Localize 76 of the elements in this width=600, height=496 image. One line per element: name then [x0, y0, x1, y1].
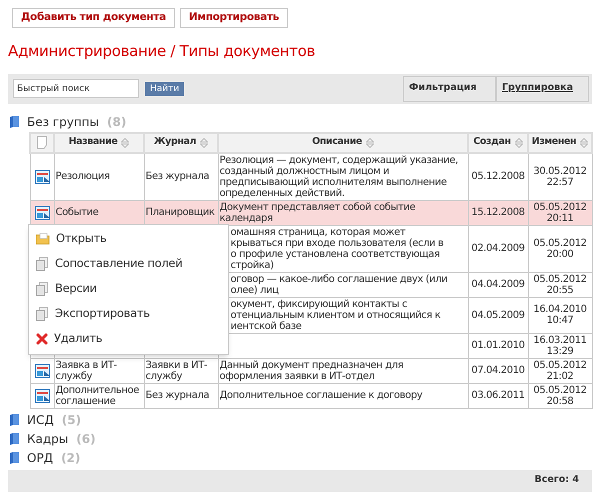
table-cell: 16.04.2010 10:47 — [528, 297, 592, 333]
table-cell: Данный документ предназначен для оформления заявки в ИТ-отдел — [218, 358, 468, 383]
total-count: Всего: 4 — [534, 473, 579, 488]
table-cell: Заявки в ИТ-службу — [144, 358, 218, 383]
group-header[interactable]: ОРД (2) — [10, 450, 600, 466]
group-name: Без группы — [27, 114, 99, 130]
table-cell: 03.06.2011 — [468, 383, 528, 408]
select-all-column-header[interactable] — [30, 132, 54, 152]
grouping-link[interactable]: Группировка — [496, 76, 589, 102]
group-name: Кадры — [27, 430, 68, 448]
document-type-icon — [34, 364, 50, 378]
column-title: Описание — [312, 135, 362, 150]
filter-tab[interactable]: Фильтрация — [403, 76, 496, 102]
document-type-icon — [34, 388, 50, 402]
table-cell: 16.03.2011 13:29 — [528, 333, 592, 358]
sort-icon — [514, 138, 523, 148]
delete-icon — [36, 333, 48, 345]
sort-icon — [200, 138, 208, 148]
table-cell: 05.05.2012 20:55 — [528, 272, 592, 297]
folder-icon — [36, 233, 50, 245]
page-title: Администрирование / Типы документов — [7, 41, 316, 62]
document-type-icon — [34, 206, 50, 220]
column-title: Журнал — [154, 135, 196, 150]
table-cell: Без журнала — [144, 383, 218, 408]
table-cell: 01.01.2010 — [468, 333, 528, 358]
table-cell: 02.04.2009 — [468, 225, 528, 272]
column-header[interactable]: Журнал — [144, 132, 218, 152]
book-icon — [10, 414, 19, 426]
copy-icon — [36, 257, 49, 271]
copy-icon — [36, 307, 49, 321]
toolbar-button[interactable]: Импортировать — [180, 8, 288, 28]
table-cell: 05.05.2012 20:00 — [528, 225, 592, 272]
table-cell: 15.12.2008 — [468, 200, 528, 225]
group-header[interactable]: ИСД (5) — [10, 412, 600, 428]
sort-icon — [121, 138, 130, 148]
search-field[interactable]: Быстрый поиск — [13, 79, 139, 98]
table-cell: 05.05.2012 21:02 — [528, 358, 592, 383]
page-icon — [37, 136, 47, 149]
table-cell: 30.05.2012 22:57 — [528, 152, 592, 200]
copy-icon — [36, 282, 49, 296]
column-title: Изменен — [532, 135, 576, 150]
table-cell: 04.05.2009 — [468, 297, 528, 333]
group-header[interactable]: Кадры (6) — [10, 430, 600, 446]
column-title: Название — [68, 135, 118, 150]
table-cell: Документ представляет собой событие календаря — [218, 200, 468, 225]
group-header[interactable]: Без группы (8) — [10, 114, 600, 130]
group-count: (5) — [62, 412, 82, 428]
table-cell: Резолюция — [54, 152, 144, 200]
table-cell: 04.04.2009 — [468, 272, 528, 297]
column-header[interactable]: Создан — [468, 132, 528, 152]
table-cell: 05.05.2012 20:58 — [528, 383, 592, 408]
column-title: Создан — [473, 135, 511, 150]
table-cell: Дополнительное соглашение к договору — [218, 383, 468, 408]
book-icon — [10, 432, 19, 444]
group-count: (8) — [107, 114, 126, 130]
group-name: ИСД — [27, 412, 54, 428]
sort-icon — [580, 138, 588, 148]
group-count: (2) — [61, 450, 80, 466]
group-name: ОРД — [27, 450, 54, 466]
table-cell: 07.04.2010 — [468, 358, 528, 383]
column-header[interactable]: Описание — [218, 132, 468, 152]
table-cell: Без журнала — [144, 152, 218, 200]
book-icon — [10, 452, 19, 464]
table-cell: Заявка в ИТ-службу — [54, 358, 144, 383]
group-count: (6) — [76, 430, 96, 448]
toolbar-button[interactable]: Добавить тип документа — [12, 8, 175, 28]
sort-icon — [366, 138, 374, 148]
search-button[interactable]: Найти — [145, 82, 184, 96]
table-cell: 05.05.2012 20:11 — [528, 200, 592, 225]
table-cell: Дополнительное соглашение — [54, 383, 144, 408]
document-type-icon — [34, 170, 50, 184]
column-header[interactable]: Название — [54, 132, 144, 152]
table-cell: 05.12.2008 — [468, 152, 528, 200]
book-icon — [10, 116, 19, 128]
table-cell: Резолюция — документ, содержащий указание, созданный должностным лицом и предписывающий исполнителям выполнение определенных действий. — [218, 152, 468, 200]
column-header[interactable]: Изменен — [528, 132, 592, 152]
